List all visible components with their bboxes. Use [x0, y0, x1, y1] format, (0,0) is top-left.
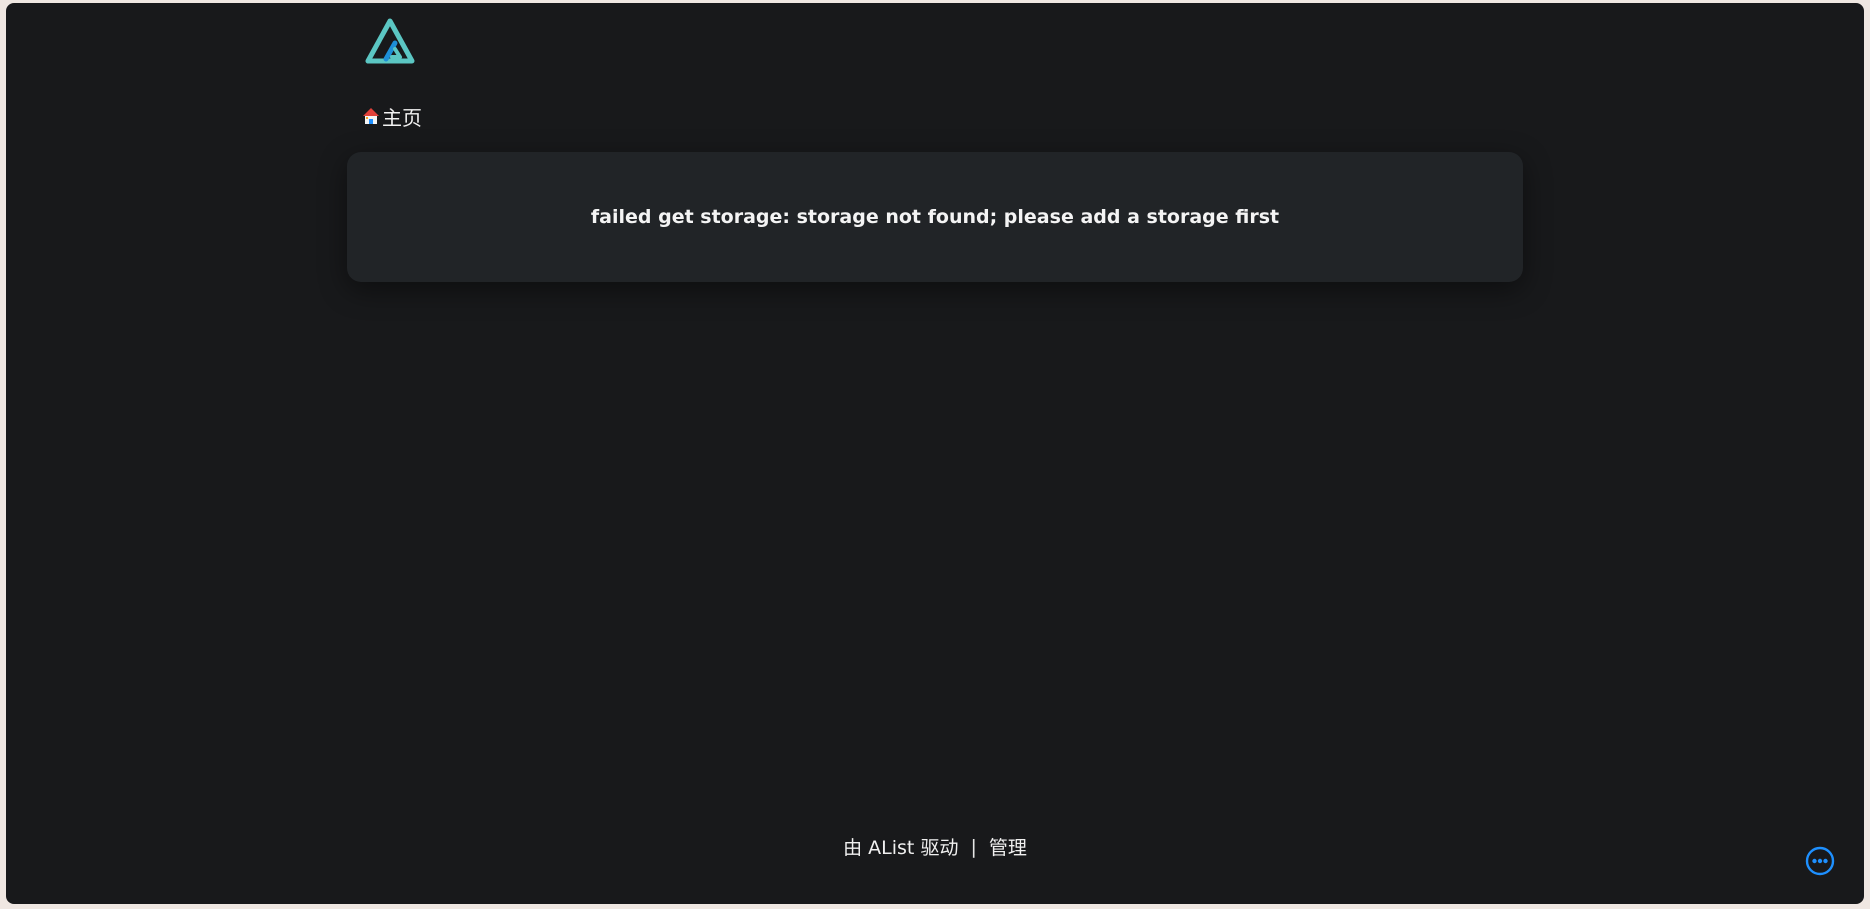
error-message: failed get storage: storage not found; p…	[590, 206, 1280, 228]
app-window: 主页 failed get storage: storage not found…	[6, 3, 1864, 904]
breadcrumb-home-label: 主页	[382, 105, 422, 130]
error-card: failed get storage: storage not found; p…	[347, 152, 1523, 282]
powered-prefix: 由	[843, 837, 863, 859]
footer-separator: |	[970, 835, 977, 858]
footer: 由 AList 驱动 | 管理	[6, 833, 1864, 860]
manage-link[interactable]: 管理	[989, 833, 1027, 860]
powered-name: AList	[868, 837, 915, 859]
home-icon	[362, 107, 380, 125]
more-icon[interactable]	[1805, 846, 1835, 876]
alist-logo-icon[interactable]	[362, 17, 418, 67]
powered-suffix: 驱动	[920, 837, 959, 859]
powered-by-link[interactable]: 由 AList 驱动	[843, 833, 958, 860]
breadcrumb-home[interactable]: 主页	[362, 103, 422, 130]
